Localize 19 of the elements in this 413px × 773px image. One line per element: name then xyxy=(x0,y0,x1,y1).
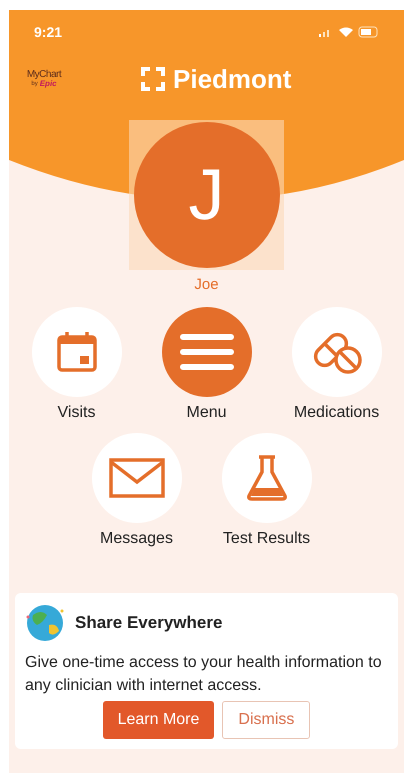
card-title: Share Everywhere xyxy=(75,612,222,634)
shortcut-label[interactable]: Messages xyxy=(100,526,173,550)
flask-icon xyxy=(244,454,288,502)
piedmont-logo-icon xyxy=(139,65,167,93)
card-description: Give one-time access to your health information to any clinician with internet access. xyxy=(25,652,383,696)
app-title: Piedmont xyxy=(173,62,292,96)
envelope-icon xyxy=(108,458,164,498)
learn-more-button[interactable]: Learn More xyxy=(102,700,214,738)
shortcut-label[interactable]: Test Results xyxy=(222,526,310,550)
user-name: Joe xyxy=(194,275,219,295)
status-icons xyxy=(319,26,379,38)
menu-icon xyxy=(180,332,234,372)
status-time: 9:21 xyxy=(34,22,62,42)
shortcut-label[interactable]: Menu xyxy=(186,400,227,424)
shortcut-label[interactable]: Medications xyxy=(294,400,380,424)
globe-icon xyxy=(25,602,65,642)
mychart-logo-text: MyChart xyxy=(26,70,62,80)
shortcut-label[interactable]: Visits xyxy=(58,400,96,424)
epic-logo-text: Epic xyxy=(40,80,57,88)
